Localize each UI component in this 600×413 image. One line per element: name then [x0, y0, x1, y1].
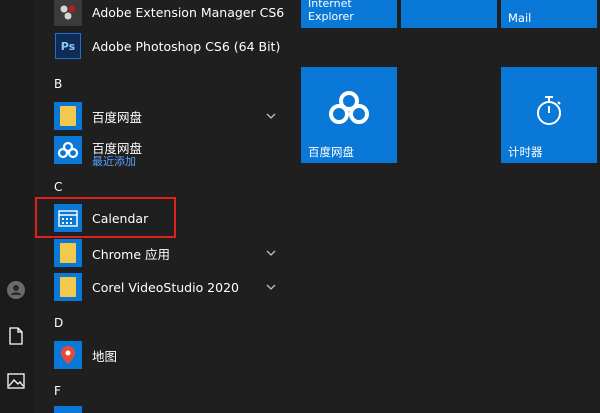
folder-icon [54, 102, 82, 130]
pictures-icon[interactable] [6, 371, 26, 391]
recently-added-label: 最近添加 [92, 155, 136, 168]
start-menu: Adobe Extension Manager CS6 Ps Adobe Pho… [0, 0, 600, 413]
photoshop-icon: Ps [55, 33, 81, 59]
tile-blank[interactable] [401, 0, 497, 28]
tile-mail[interactable]: Mail [501, 0, 597, 28]
app-label: 百度网盘 [92, 109, 143, 125]
user-icon[interactable] [6, 280, 26, 300]
chevron-down-icon[interactable] [266, 111, 276, 121]
section-letter-f[interactable]: F [54, 384, 61, 398]
folder-icon [54, 273, 82, 301]
list-item-maps[interactable]: 地图 [33, 338, 290, 372]
list-item-corel-folder[interactable]: Corel VideoStudio 2020 [33, 270, 290, 304]
baidu-cloud-icon [329, 91, 369, 124]
adobe-extension-manager-icon [54, 0, 82, 26]
chevron-down-icon[interactable] [266, 282, 276, 292]
app-label: Corel VideoStudio 2020 [92, 279, 239, 295]
tile-baidu[interactable]: 百度网盘 [301, 67, 397, 163]
app-label: Chrome 应用 [92, 246, 171, 262]
list-item-adobe-extension-manager[interactable]: Adobe Extension Manager CS6 [33, 0, 290, 29]
folder-icon [54, 239, 82, 267]
section-letter-d[interactable]: D [54, 316, 63, 330]
tile-label: 百度网盘 [308, 145, 354, 159]
maps-icon [54, 341, 82, 369]
list-item-baidu-app[interactable]: 百度网盘 最近添加 [33, 133, 290, 168]
tile-label: 计时器 [508, 145, 543, 159]
tile-label: Mail [508, 11, 532, 25]
list-item-baidu-folder[interactable]: 百度网盘 [33, 99, 290, 133]
partial-app-icon[interactable] [54, 406, 82, 413]
highlight-box [35, 197, 176, 238]
document-icon[interactable] [6, 326, 26, 346]
list-item-chrome-folder[interactable]: Chrome 应用 [33, 236, 290, 270]
tile-internet-explorer[interactable]: Internet Explorer [301, 0, 397, 28]
section-letter-c[interactable]: C [54, 180, 62, 194]
tile-timer[interactable]: 计时器 [501, 67, 597, 163]
baidu-cloud-icon [54, 136, 82, 164]
start-rail [0, 0, 33, 413]
chevron-down-icon[interactable] [266, 248, 276, 258]
app-label: Adobe Extension Manager CS6 [92, 4, 285, 20]
section-letter-b[interactable]: B [54, 77, 62, 91]
app-label: Adobe Photoshop CS6 (64 Bit) [92, 38, 281, 54]
list-item-adobe-photoshop[interactable]: Ps Adobe Photoshop CS6 (64 Bit) [33, 29, 290, 63]
app-label: 地图 [92, 348, 118, 364]
tile-label: Internet Explorer [308, 0, 354, 23]
stopwatch-icon [537, 96, 561, 125]
